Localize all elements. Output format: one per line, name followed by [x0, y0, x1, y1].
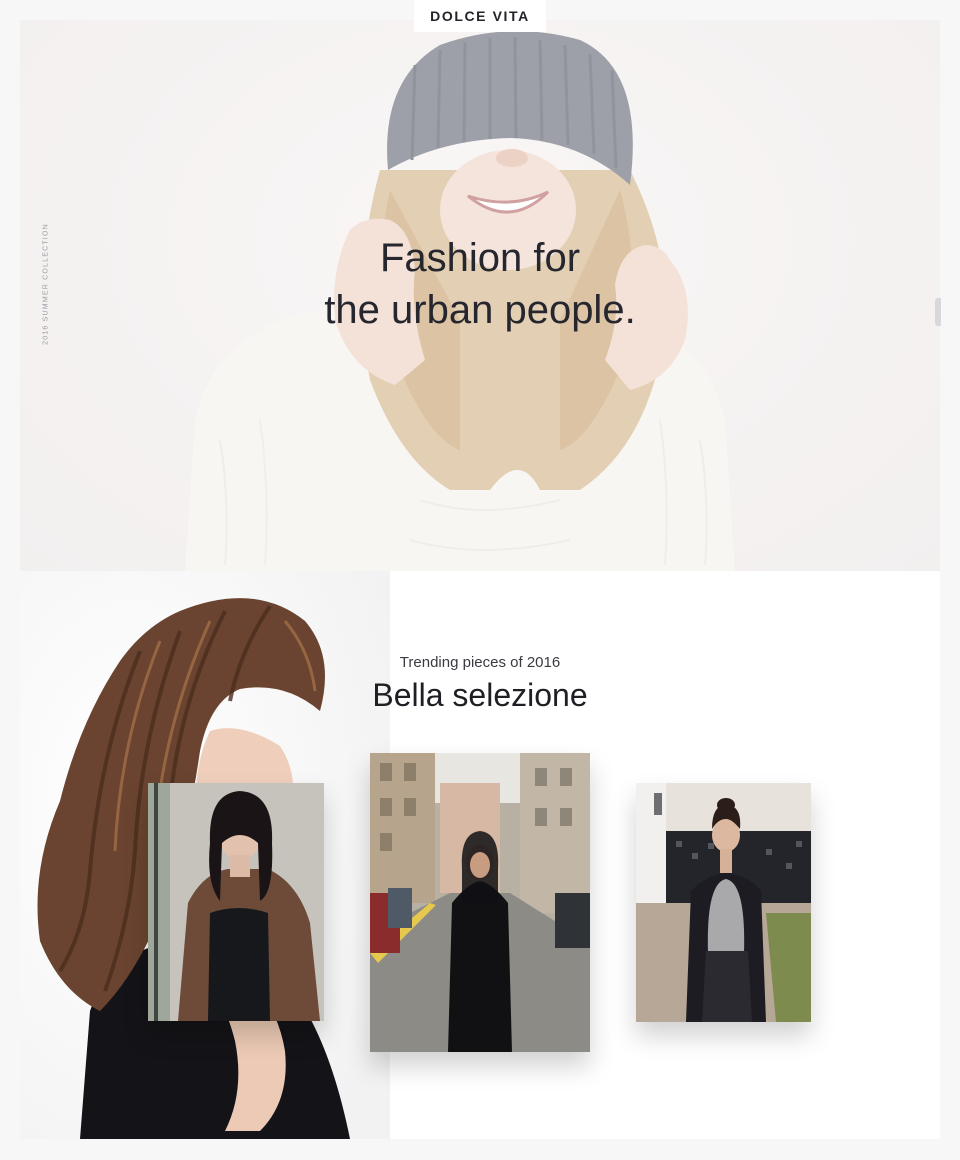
brand-logo[interactable]: DOLCE VITA: [414, 0, 546, 32]
product-image-2: [370, 753, 590, 1052]
hero-headline: Fashion for the urban people.: [20, 232, 940, 336]
page-frame: DOLCE VITA 2016 SUMMER COLLECTION Fashio…: [0, 0, 960, 1160]
section-title: Bella selezione: [372, 677, 588, 713]
hero-headline-line-2: the urban people.: [324, 288, 636, 332]
product-card-1[interactable]: [148, 783, 324, 1021]
product-image-1: [148, 783, 324, 1021]
trending-section: Trending pieces of 2016 Bella selezione: [20, 571, 940, 1139]
hero-slider-next-handle[interactable]: [935, 298, 941, 326]
product-card-2[interactable]: [370, 753, 590, 1052]
hero-headline-line-1: Fashion for: [379, 236, 581, 280]
section-kicker: Trending pieces of 2016: [399, 654, 561, 671]
product-card-3[interactable]: [636, 783, 811, 1022]
product-image-3: [636, 783, 811, 1022]
